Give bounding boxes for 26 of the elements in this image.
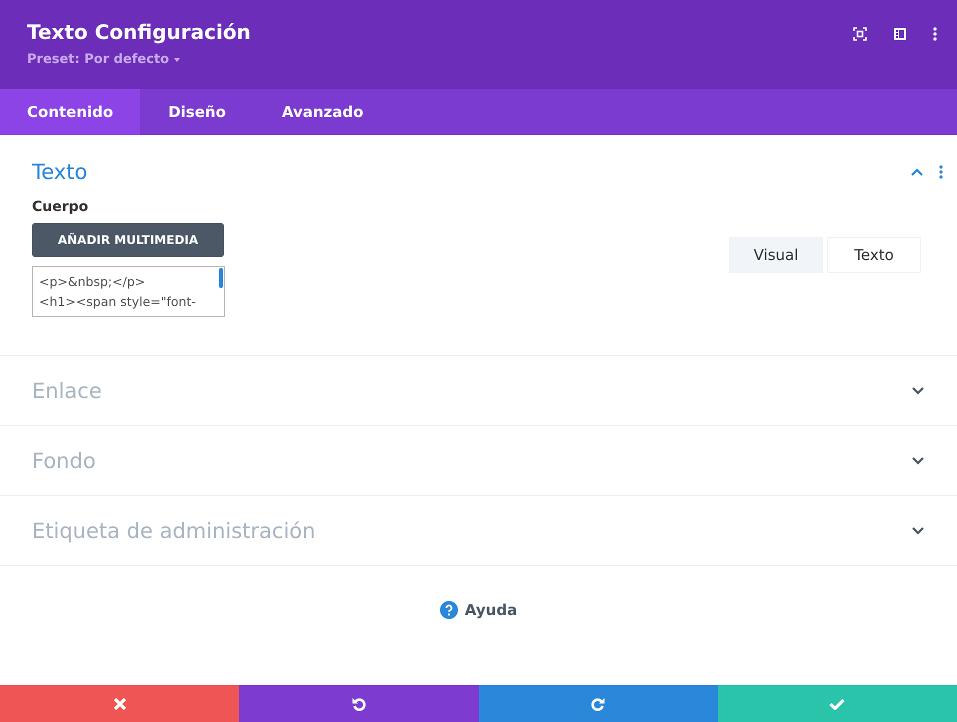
field-label: Cuerpo bbox=[32, 199, 90, 215]
checkmark-icon bbox=[829, 698, 846, 710]
sidebar-layout-icon[interactable] bbox=[893, 27, 907, 41]
more-options-icon[interactable] bbox=[939, 165, 943, 179]
close-icon bbox=[112, 696, 127, 710]
chevron-down-icon[interactable] bbox=[912, 386, 924, 394]
caret-icon bbox=[174, 58, 180, 62]
undo-icon bbox=[350, 696, 367, 712]
window-title: Texto Configuración bbox=[27, 20, 251, 44]
tab[interactable]: Contenido bbox=[0, 89, 140, 135]
chevron-down-icon[interactable] bbox=[912, 526, 924, 534]
code-editor-field[interactable]: <p>&nbsp;</p> <h1><span style="font- bbox=[32, 266, 225, 317]
expand-icon[interactable] bbox=[853, 27, 867, 41]
editor-mode-tab[interactable]: Texto bbox=[827, 237, 921, 273]
tab[interactable]: Avanzado bbox=[254, 89, 392, 135]
more-options-icon[interactable] bbox=[933, 27, 937, 41]
preset-dropdown[interactable]: Preset: Por defecto bbox=[27, 52, 180, 67]
tab[interactable]: Diseño bbox=[140, 89, 254, 135]
chevron-up-icon[interactable] bbox=[911, 168, 923, 176]
add-media-button[interactable]: AÑADIR MULTIMEDIA bbox=[32, 223, 224, 257]
chevron-down-icon[interactable] bbox=[912, 456, 924, 464]
editor-mode-tab[interactable]: Visual bbox=[729, 237, 823, 273]
help-link[interactable]: Ayuda bbox=[440, 601, 518, 619]
redo-icon bbox=[590, 696, 606, 712]
section-toggle[interactable]: Texto bbox=[32, 160, 88, 184]
help-icon bbox=[440, 601, 458, 619]
